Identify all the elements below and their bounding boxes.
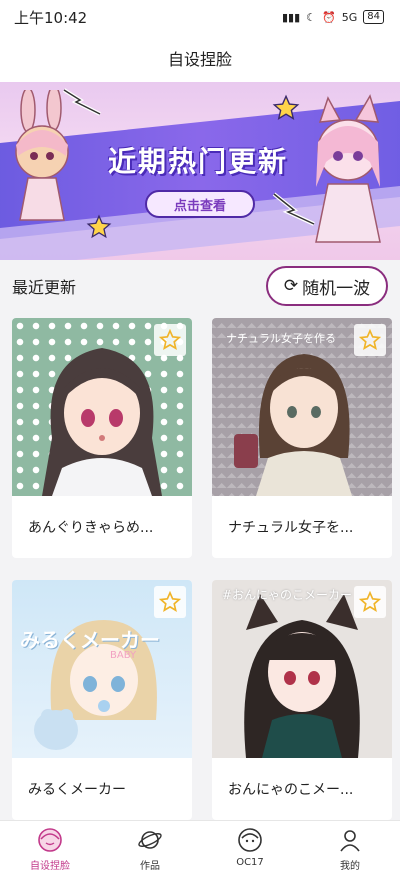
random-button[interactable]: ⟳ 随机一波 [266,266,388,306]
card-overlay-title: #おんにゃのこメーカー [222,588,353,602]
nav-label: 我的 [340,861,360,872]
title-bar: 自设捏脸 [0,34,400,82]
nav-item-me[interactable]: 我的 [310,827,390,872]
status-icons: ▮▮▮ ☾ ⏰ 5G 84 [282,10,384,24]
card-caption: おんにゃのこメー... [228,782,354,798]
star-decoration-icon [86,214,112,239]
favorite-star-icon[interactable] [354,586,386,618]
card-thumbnail: みるくメーカー BABY [12,580,192,758]
nav-item-face-maker[interactable]: 自设捏脸 [10,827,90,872]
view-now-button[interactable]: 点击查看 [145,190,255,218]
card-caption: あんぐりきゃらめ... [28,520,154,536]
maker-card[interactable]: ナチュラル女子を作る ナチュラル女子を... [212,318,392,558]
nav-label: 作品 [140,861,160,872]
lightning-decoration-icon [272,192,315,226]
favorite-star-icon[interactable] [354,324,386,356]
star-decoration-icon [272,94,300,120]
page-title: 自设捏脸 [167,50,232,69]
card-thumbnail: ナチュラル女子を作る [212,318,392,496]
user-icon [340,830,360,852]
card-caption: みるくメーカー [28,782,126,798]
moon-icon: ☾ [306,10,317,24]
nav-label: OC17 [236,857,264,868]
card-thumbnail: #おんにゃのこメーカー [212,580,392,758]
bottom-nav: 自设捏脸 作品 OC17 我的 [0,820,400,888]
battery-icon: 84 [363,10,384,24]
promo-banner[interactable]: 近期热门更新 点击查看 [0,82,400,260]
maker-card[interactable]: みるくメーカー BABY みるくメーカー [12,580,192,820]
maker-card[interactable]: #おんにゃのこメーカー おんにゃのこメー... [212,580,392,820]
status-time: 上午10:42 [14,8,88,27]
status-bar: 上午10:42 ▮▮▮ ☾ ⏰ 5G 84 [0,0,400,34]
planet-icon [138,831,162,849]
card-thumbnail [12,318,192,496]
alarm-icon: ⏰ [322,10,336,24]
recent-updates-header: 最近更新 ⟳ 随机一波 [0,260,400,312]
random-button-label: 随机一波 [302,278,371,299]
card-overlay-subtitle: BABY [110,650,137,661]
card-overlay-title: ナチュラル女子を作る [226,332,336,345]
lightning-decoration-icon [62,88,101,116]
favorite-star-icon[interactable] [154,586,186,618]
nav-item-oc[interactable]: OC17 [210,827,290,868]
favorite-star-icon[interactable] [154,324,186,356]
network-label: 5G [341,10,358,24]
face-icon [38,828,62,852]
signal-icon: ▮▮▮ [281,10,301,24]
card-caption: ナチュラル女子を... [228,520,354,536]
nav-label: 自设捏脸 [30,861,70,872]
maker-card[interactable]: あんぐりきゃらめ... [12,318,192,558]
card-overlay-title: みるくメーカー [20,628,160,652]
refresh-icon: ⟳ [283,276,299,296]
banner-title: 近期热门更新 [107,145,288,178]
nav-item-works[interactable]: 作品 [110,827,190,872]
avatar-icon [238,828,262,852]
section-title: 最近更新 [12,278,77,297]
